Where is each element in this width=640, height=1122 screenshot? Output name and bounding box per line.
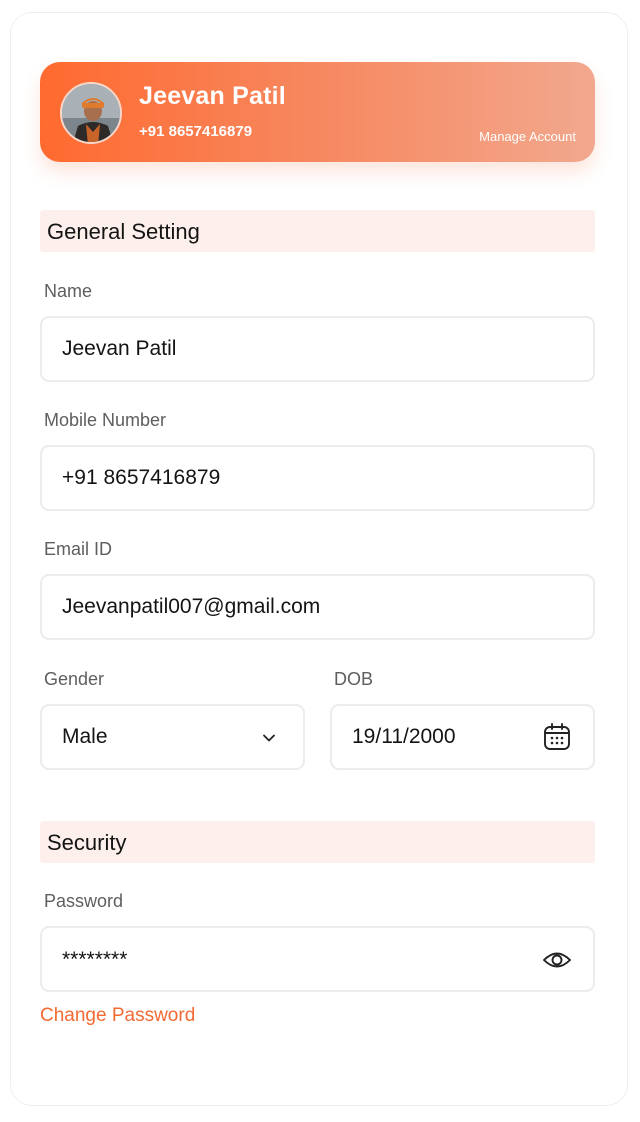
gender-label: Gender [44, 669, 105, 689]
general-setting-title: General Setting [47, 219, 200, 244]
change-password-link[interactable]: Change Password [40, 1005, 195, 1027]
password-field[interactable]: ******** [40, 926, 595, 992]
profile-banner: Jeevan Patil +91 8657416879 Manage Accou… [40, 62, 595, 162]
dob-label: DOB [334, 669, 374, 689]
email-label: Email ID [44, 539, 113, 559]
mobile-label: Mobile Number [44, 410, 167, 430]
email-value: Jeevanpatil007@gmail.com [62, 595, 321, 618]
mobile-field[interactable]: +91 8657416879 [40, 445, 595, 511]
email-field[interactable]: Jeevanpatil007@gmail.com [40, 574, 595, 640]
security-header: Security [40, 821, 595, 863]
profile-phone: +91 8657416879 [139, 123, 253, 140]
chevron-down-icon[interactable] [261, 730, 277, 746]
name-label: Name [44, 281, 93, 301]
avatar[interactable] [60, 82, 122, 144]
dob-field[interactable]: 19/11/2000 [330, 704, 595, 770]
manage-account-link[interactable]: Manage Account [479, 129, 576, 144]
name-value: Jeevan Patil [62, 337, 177, 360]
gender-select[interactable]: Male [40, 704, 305, 770]
security-title: Security [47, 830, 127, 855]
profile-name: Jeevan Patil [139, 82, 286, 110]
password-label: Password [44, 891, 124, 911]
name-field[interactable]: Jeevan Patil [40, 316, 595, 382]
gender-value: Male [62, 725, 108, 748]
general-setting-header: General Setting [40, 210, 595, 252]
password-value: ******** [62, 948, 128, 971]
eye-icon[interactable] [542, 948, 572, 972]
calendar-icon[interactable] [543, 722, 571, 752]
dob-value: 19/11/2000 [352, 725, 456, 748]
mobile-value: +91 8657416879 [62, 466, 221, 489]
